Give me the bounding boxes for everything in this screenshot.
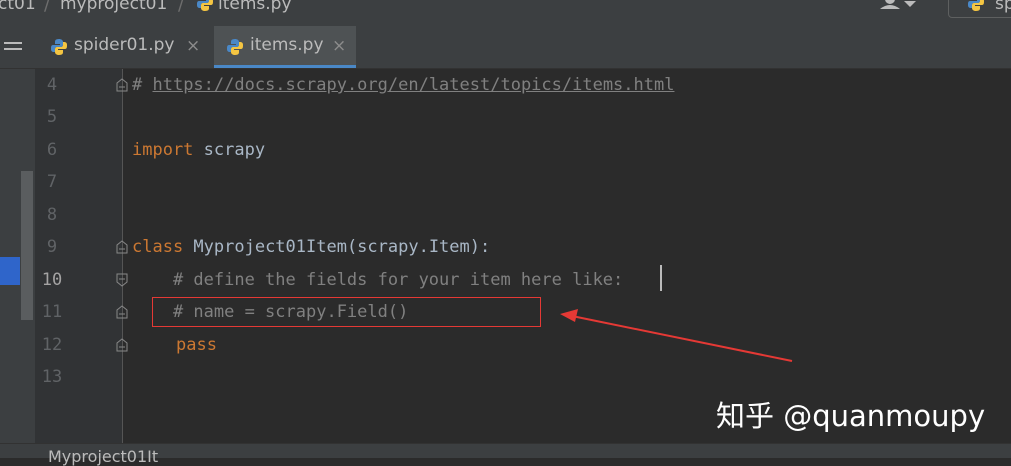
breadcrumb-project[interactable]: ct01 bbox=[0, 0, 36, 14]
active-tab-indicator bbox=[214, 65, 356, 68]
run-configuration-selector[interactable]: sp bbox=[948, 0, 1011, 18]
code-text: Myproject01Item(scrapy.Item): bbox=[183, 237, 491, 257]
code-line[interactable]: import scrapy bbox=[132, 140, 265, 160]
line-number: 7 bbox=[46, 172, 58, 192]
fold-end-icon[interactable] bbox=[116, 337, 128, 352]
code-line[interactable]: class Myproject01Item(scrapy.Item): bbox=[132, 237, 490, 257]
tab-label: spider01.py bbox=[74, 35, 175, 55]
fold-end-icon[interactable] bbox=[116, 304, 128, 319]
breadcrumb-separator: / bbox=[178, 0, 185, 15]
keyword-import: import bbox=[132, 140, 194, 160]
python-file-icon bbox=[196, 0, 214, 12]
editor-tab-bar: spider01.py × items.py × bbox=[0, 26, 1011, 69]
navigation-bar: ct01 / myproject01 / items.py sp bbox=[0, 0, 1011, 26]
fold-start-icon[interactable] bbox=[116, 272, 128, 287]
comment-prefix: # bbox=[132, 75, 153, 95]
hamburger-icon[interactable] bbox=[0, 42, 26, 50]
code-line-comment[interactable]: # define the fields for your item here l… bbox=[132, 270, 623, 290]
line-number: 8 bbox=[46, 205, 58, 225]
tab-items[interactable]: items.py × bbox=[214, 26, 356, 68]
tab-label: items.py bbox=[250, 35, 324, 55]
python-file-icon bbox=[226, 38, 244, 56]
close-icon[interactable]: × bbox=[332, 36, 346, 56]
breadcrumb-separator: / bbox=[44, 0, 51, 15]
status-bar: Myproject01It bbox=[0, 443, 1011, 466]
gutter-divider bbox=[122, 69, 123, 443]
line-number: 5 bbox=[46, 107, 58, 127]
annotation-highlight-box bbox=[152, 297, 541, 327]
user-icon[interactable] bbox=[880, 0, 916, 10]
line-number: 12 bbox=[41, 335, 63, 355]
project-panel-scrollbar[interactable] bbox=[21, 171, 33, 320]
code-text: scrapy bbox=[193, 140, 266, 160]
keyword-class: class bbox=[132, 237, 184, 257]
line-number-current: 10 bbox=[41, 270, 63, 290]
code-line[interactable]: # https://docs.scrapy.org/en/latest/topi… bbox=[132, 75, 674, 95]
line-number: 11 bbox=[41, 302, 63, 322]
keyword-pass: pass bbox=[176, 335, 217, 355]
fold-end-icon[interactable] bbox=[116, 239, 128, 254]
tab-spider01[interactable]: spider01.py × bbox=[44, 26, 210, 68]
line-number: 13 bbox=[41, 367, 63, 387]
breadcrumb-file[interactable]: items.py bbox=[218, 0, 292, 14]
watermark: 知乎 @quanmoupy bbox=[716, 399, 986, 433]
close-icon[interactable]: × bbox=[186, 36, 200, 56]
selected-item-marker bbox=[0, 257, 20, 285]
left-tool-strip bbox=[0, 69, 35, 457]
run-configuration-label: sp bbox=[995, 0, 1011, 14]
fold-end-icon[interactable] bbox=[116, 77, 128, 92]
line-number: 9 bbox=[46, 237, 58, 257]
line-number: 6 bbox=[46, 140, 58, 160]
breadcrumb-module[interactable]: myproject01 bbox=[60, 0, 167, 14]
line-number: 4 bbox=[46, 75, 58, 95]
docs-link[interactable]: https://docs.scrapy.org/en/latest/topics… bbox=[152, 75, 674, 95]
text-caret bbox=[660, 265, 662, 291]
code-line[interactable]: pass bbox=[176, 335, 217, 355]
python-file-icon bbox=[50, 38, 68, 56]
python-file-icon bbox=[967, 0, 985, 12]
